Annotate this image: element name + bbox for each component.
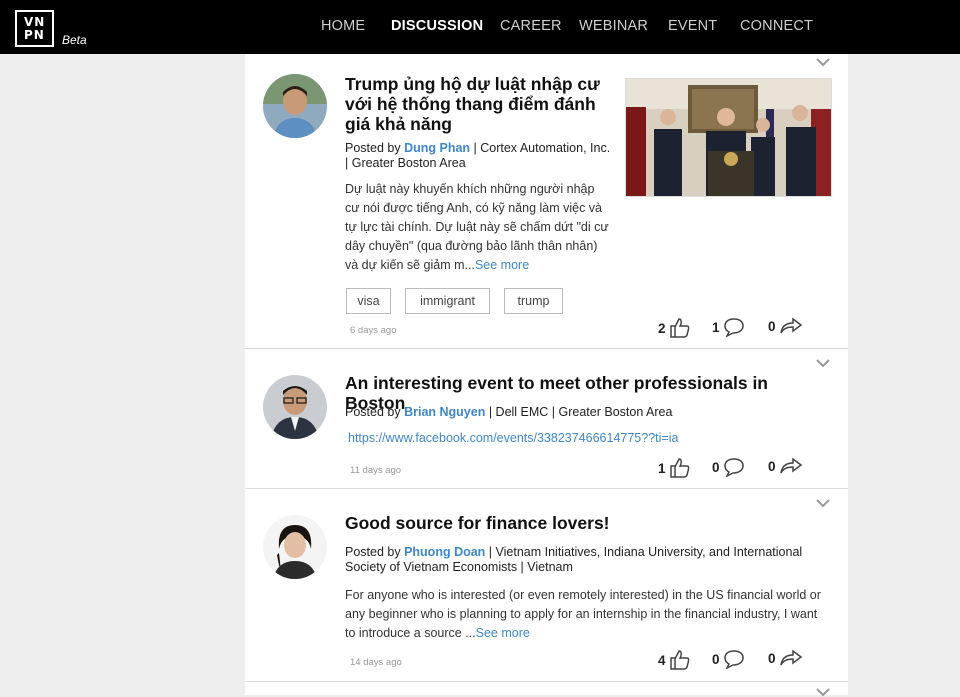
- like-count: 2: [658, 320, 666, 336]
- post-card: Good source for finance lovers! Posted b…: [245, 489, 848, 682]
- tag-trump[interactable]: trump: [504, 288, 563, 314]
- nav-discussion[interactable]: DISCUSSION: [391, 18, 483, 34]
- post-meta: Posted by Dung Phan | Cortex Automation,…: [345, 141, 615, 171]
- comment-icon: [723, 318, 744, 337]
- posted-by-label: Posted by: [345, 405, 401, 419]
- post-title[interactable]: Trump ủng hộ dự luật nhập cư với hệ thốn…: [345, 74, 607, 134]
- author-link[interactable]: Brian Nguyen: [404, 405, 485, 419]
- post-meta: Posted by Phuong Doan | Vietnam Initiati…: [345, 545, 825, 575]
- discussion-feed: Trump ủng hộ dự luật nhập cư với hệ thốn…: [245, 54, 848, 697]
- posted-by-label: Posted by: [345, 141, 401, 155]
- logo-line-2: PN: [24, 28, 45, 42]
- thumbs-up-icon: [669, 650, 689, 670]
- share-icon: [779, 457, 802, 474]
- posted-by-label: Posted by: [345, 545, 401, 559]
- nav-connect[interactable]: CONNECT: [740, 18, 813, 34]
- comment-button[interactable]: 1: [712, 317, 745, 337]
- avatar[interactable]: [263, 515, 327, 579]
- post-excerpt: Dự luật này khuyến khích những người nhậ…: [345, 180, 609, 275]
- like-button[interactable]: 1: [658, 457, 691, 479]
- vnpn-logo[interactable]: VN PN: [15, 10, 54, 47]
- post-timestamp: 6 days ago: [350, 325, 397, 336]
- comment-icon: [723, 650, 744, 669]
- like-button[interactable]: 4: [658, 649, 691, 671]
- chevron-down-icon[interactable]: [816, 688, 830, 697]
- comment-icon: [723, 458, 744, 477]
- chevron-down-icon[interactable]: [816, 499, 830, 508]
- excerpt-text: For anyone who is interested (or even re…: [345, 588, 821, 640]
- post-meta: Posted by Brian Nguyen | Dell EMC | Grea…: [345, 405, 825, 420]
- post-image[interactable]: [625, 78, 832, 197]
- author-link[interactable]: Dung Phan: [404, 141, 470, 155]
- author-link[interactable]: Phuong Doan: [404, 545, 485, 559]
- share-button[interactable]: 0: [768, 317, 803, 335]
- share-count: 0: [768, 650, 776, 666]
- like-count: 1: [658, 460, 666, 476]
- top-navbar: VN PN Beta HOME DISCUSSION CAREER WEBINA…: [0, 0, 960, 54]
- post-excerpt: For anyone who is interested (or even re…: [345, 586, 827, 643]
- share-icon: [779, 317, 802, 334]
- chevron-down-icon[interactable]: [816, 58, 830, 67]
- post-card: Trump ủng hộ dự luật nhập cư với hệ thốn…: [245, 54, 848, 349]
- share-count: 0: [768, 318, 776, 334]
- author-affiliation: | Dell EMC | Greater Boston Area: [485, 405, 673, 419]
- share-icon: [779, 649, 802, 666]
- chevron-down-icon[interactable]: [816, 359, 830, 368]
- post-timestamp: 14 days ago: [350, 657, 402, 668]
- nav-event[interactable]: EVENT: [668, 18, 717, 34]
- see-more-link[interactable]: See more: [475, 258, 529, 272]
- tag-visa[interactable]: visa: [346, 288, 391, 314]
- nav-career[interactable]: CAREER: [500, 18, 562, 34]
- post-timestamp: 11 days ago: [350, 465, 402, 476]
- comment-count: 0: [712, 459, 720, 475]
- post-card: An interesting event to meet other profe…: [245, 349, 848, 489]
- like-count: 4: [658, 652, 666, 668]
- event-link[interactable]: https://www.facebook.com/events/33823746…: [348, 431, 678, 445]
- see-more-link[interactable]: See more: [476, 626, 530, 640]
- nav-home[interactable]: HOME: [321, 18, 365, 34]
- comment-button[interactable]: 0: [712, 457, 745, 477]
- comment-count: 0: [712, 651, 720, 667]
- comment-button[interactable]: 0: [712, 649, 745, 669]
- share-button[interactable]: 0: [768, 457, 803, 475]
- share-button[interactable]: 0: [768, 649, 803, 667]
- avatar[interactable]: [263, 74, 327, 138]
- comment-count: 1: [712, 319, 720, 335]
- thumbs-up-icon: [669, 318, 689, 338]
- beta-badge: Beta: [62, 33, 87, 47]
- post-title[interactable]: Good source for finance lovers!: [345, 513, 825, 533]
- nav-webinar[interactable]: WEBINAR: [579, 18, 648, 34]
- thumbs-up-icon: [669, 458, 689, 478]
- like-button[interactable]: 2: [658, 317, 691, 339]
- share-count: 0: [768, 458, 776, 474]
- avatar[interactable]: [263, 375, 327, 439]
- post-card: [245, 682, 848, 697]
- tag-immigrant[interactable]: immigrant: [405, 288, 490, 314]
